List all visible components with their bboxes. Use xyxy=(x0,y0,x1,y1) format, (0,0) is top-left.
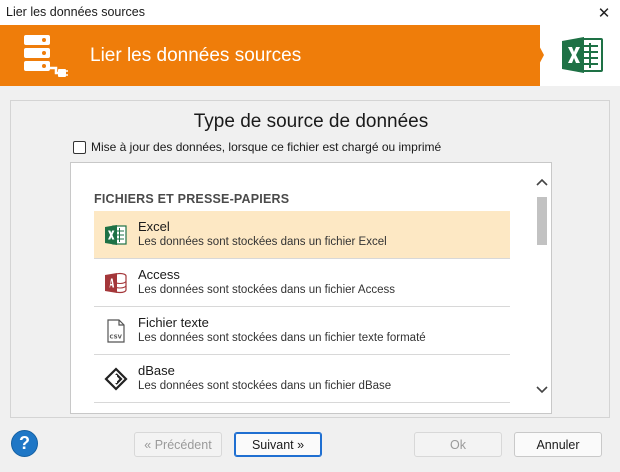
item-name: Access xyxy=(138,267,180,282)
banner-heading: Lier les données sources xyxy=(90,45,302,66)
content-panel: Type de source de données Mise à jour de… xyxy=(10,100,610,418)
scroll-up-icon[interactable] xyxy=(533,175,551,189)
list-item-access[interactable]: Access Les données sont stockées dans un… xyxy=(94,259,510,307)
csv-file-icon: CSV xyxy=(107,319,125,343)
item-name: Excel xyxy=(138,219,170,234)
header-banner: Lier les données sources xyxy=(0,25,620,86)
title-bar: Lier les données sources ✕ xyxy=(0,0,620,25)
auto-update-checkbox-row[interactable]: Mise à jour des données, lorsque ce fich… xyxy=(73,140,441,154)
item-name: Fichier texte xyxy=(138,315,209,330)
access-icon xyxy=(105,272,127,294)
database-connect-icon xyxy=(24,35,68,77)
item-description: Les données sont stockées dans un fichie… xyxy=(138,284,395,296)
page-title: Type de source de données xyxy=(193,111,429,132)
help-icon[interactable]: ? xyxy=(11,430,38,457)
list-item-text-file[interactable]: CSV Fichier texte Les données sont stock… xyxy=(94,307,510,355)
ok-button[interactable]: Ok xyxy=(414,432,502,457)
dbase-icon xyxy=(104,367,128,391)
auto-update-label: Mise à jour des données, lorsque ce fich… xyxy=(91,140,442,154)
section-header: FICHIERS ET PRESSE-PAPIERS xyxy=(94,192,290,206)
scroll-down-icon[interactable] xyxy=(533,383,551,397)
svg-text:CSV: CSV xyxy=(110,335,123,341)
scroll-thumb[interactable] xyxy=(537,197,547,245)
excel-logo-icon xyxy=(562,37,603,73)
excel-icon xyxy=(105,225,127,245)
item-description: Les données sont stockées dans un fichie… xyxy=(138,332,426,344)
cancel-button[interactable]: Annuler xyxy=(514,432,602,457)
item-name: dBase xyxy=(138,363,175,378)
item-description: Les données sont stockées dans un fichie… xyxy=(138,236,387,248)
window-title: Lier les données sources xyxy=(6,5,145,19)
close-icon[interactable]: ✕ xyxy=(588,0,620,25)
list-scrollbar[interactable] xyxy=(533,163,551,413)
auto-update-checkbox[interactable] xyxy=(73,140,86,154)
previous-button[interactable]: « Précédent xyxy=(134,432,222,457)
banner-arrow-notch xyxy=(528,25,544,85)
list-item-excel[interactable]: Excel Les données sont stockées dans un … xyxy=(94,211,510,259)
list-item-dbase[interactable]: dBase Les données sont stockées dans un … xyxy=(94,355,510,403)
next-button[interactable]: Suivant » xyxy=(234,432,322,457)
item-description: Les données sont stockées dans un fichie… xyxy=(138,380,392,392)
data-source-list[interactable]: FICHIERS ET PRESSE-PAPIERS Excel Les don… xyxy=(70,162,552,414)
